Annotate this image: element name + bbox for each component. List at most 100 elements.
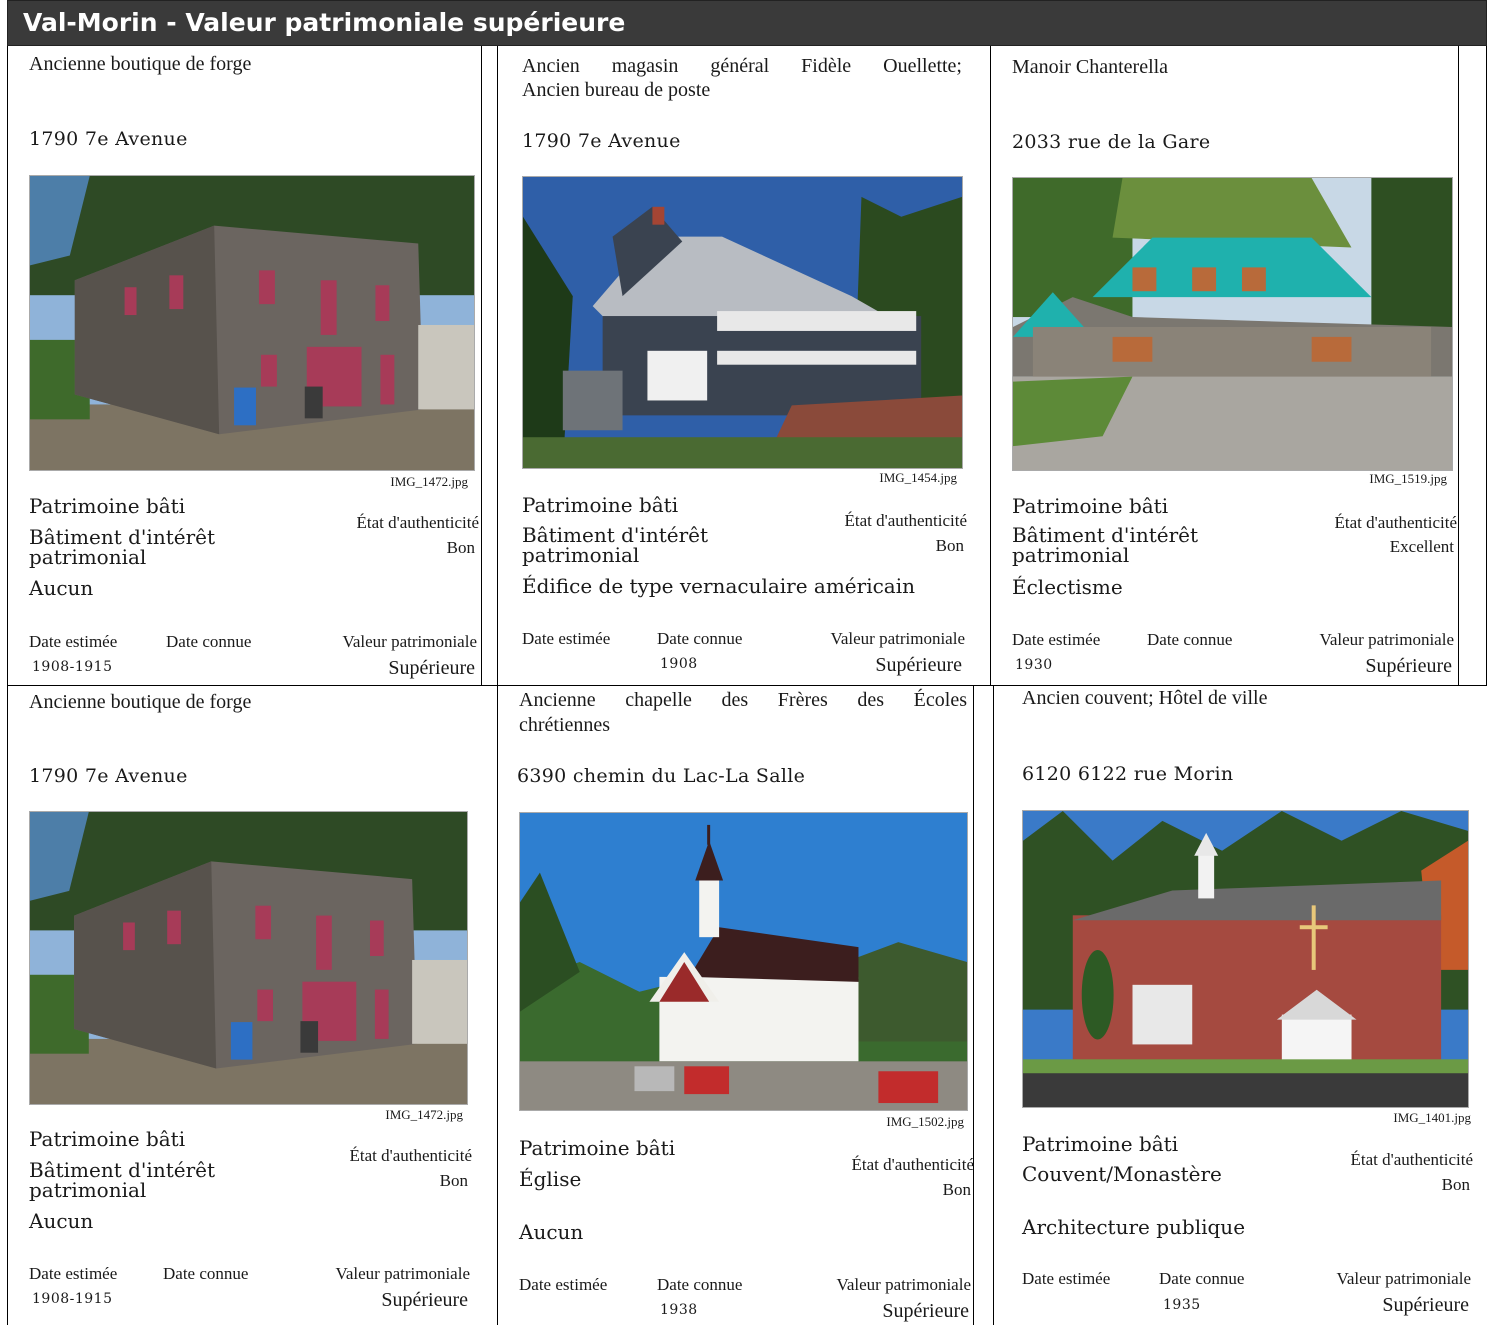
photo-filename: IMG_1502.jpg — [886, 1114, 964, 1129]
heritage-value-label: Valeur patrimoniale — [342, 632, 477, 651]
building-name-line2: chrétiennes — [519, 714, 611, 736]
forge-building-photo — [29, 811, 468, 1105]
building-address: 1790 7e Avenue — [522, 130, 681, 152]
building-name: Ancienne boutique de forge — [29, 53, 252, 75]
building-address: 6120 6122 rue Morin — [1022, 763, 1234, 785]
estimated-date-label: Date estimée — [29, 632, 118, 651]
heritage-value-label: Valeur patrimoniale — [335, 1264, 470, 1283]
known-date-label: Date connue — [1147, 630, 1233, 649]
heritage-value-label: Valeur patrimoniale — [830, 629, 965, 648]
authenticity-label: État d'authenticité — [844, 511, 968, 530]
grid-divider — [973, 686, 974, 1325]
heritage-card: Ancien couvent; Hôtel de ville 6120 6122… — [1022, 687, 1477, 1325]
authenticity-value: Bon — [942, 1180, 971, 1199]
authenticity-label: État d'authenticité — [1334, 513, 1458, 532]
grid-divider — [1458, 46, 1459, 686]
known-date-label: Date connue — [166, 632, 252, 651]
heritage-type: Patrimoine bâti — [29, 1127, 186, 1151]
estimated-date-label: Date estimée — [1012, 630, 1101, 649]
known-date-value: 1935 — [1163, 1297, 1201, 1313]
known-date-value: 1908 — [660, 656, 698, 672]
known-date-label: Date connue — [1159, 1269, 1245, 1288]
chapel-photo — [519, 812, 968, 1111]
heritage-value: Supérieure — [1365, 655, 1452, 677]
known-date-value: 1938 — [660, 1302, 698, 1318]
convent-photo — [1022, 810, 1469, 1108]
forge-building-photo — [29, 175, 475, 471]
estimated-date-label: Date estimée — [29, 1264, 118, 1283]
building-name-line2: Ancien bureau de poste — [522, 79, 711, 101]
grid-divider — [1486, 46, 1487, 686]
estimated-date-value: 1908-1915 — [32, 659, 113, 675]
heritage-card: Manoir Chanterella 2033 rue de la Gare I… — [1012, 52, 1458, 682]
heritage-value-label: Valeur patrimoniale — [1336, 1269, 1471, 1288]
building-name: Ancienne chapelle des Frères des Écoles — [519, 689, 967, 711]
heritage-type: Patrimoine bâti — [1012, 494, 1169, 518]
heritage-type: Patrimoine bâti — [1022, 1132, 1179, 1156]
heritage-value-label: Valeur patrimoniale — [1319, 630, 1454, 649]
estimated-date-label: Date estimée — [522, 629, 611, 648]
known-date-label: Date connue — [657, 1275, 743, 1294]
heritage-card: Ancienne chapelle des Frères des Écoles … — [517, 689, 974, 1325]
authenticity-label: État d'authenticité — [349, 1146, 473, 1165]
heritage-card: Ancienne boutique de forge 1790 7e Avenu… — [29, 52, 479, 682]
building-name: Ancien magasin général Fidèle Ouellette; — [522, 55, 962, 77]
heritage-value: Supérieure — [388, 657, 475, 679]
photo-filename: IMG_1454.jpg — [879, 470, 957, 485]
heritage-value: Supérieure — [875, 654, 962, 676]
grid-divider — [481, 46, 482, 686]
architectural-style: Aucun — [29, 1209, 94, 1233]
building-name: Manoir Chanterella — [1012, 56, 1169, 78]
heritage-category: Bâtiment d'intérêt patrimonial — [29, 525, 216, 569]
estimated-date-value: 1908-1915 — [32, 1291, 113, 1307]
heritage-card: Ancien magasin général Fidèle Ouellette;… — [522, 52, 970, 682]
estimated-date-label: Date estimée — [519, 1275, 608, 1294]
architectural-style: Éclectisme — [1012, 575, 1123, 599]
building-address: 2033 rue de la Gare — [1012, 131, 1211, 153]
heritage-category: Bâtiment d'intérêt patrimonial — [522, 523, 709, 567]
heritage-type: Patrimoine bâti — [522, 493, 679, 517]
estimated-date-label: Date estimée — [1022, 1269, 1111, 1288]
heritage-category: Couvent/Monastère — [1022, 1162, 1222, 1186]
authenticity-value: Excellent — [1389, 537, 1454, 556]
page-title: Val-Morin - Valeur patrimoniale supérieu… — [23, 8, 626, 37]
building-name: Ancien couvent; Hôtel de ville — [1022, 687, 1268, 709]
photo-filename: IMG_1472.jpg — [390, 474, 468, 489]
building-address: 6390 chemin du Lac-La Salle — [517, 765, 806, 787]
manor-photo — [1012, 177, 1453, 471]
heritage-category: Église — [519, 1167, 582, 1191]
authenticity-value: Bon — [446, 538, 475, 557]
page-header: Val-Morin - Valeur patrimoniale supérieu… — [7, 0, 1487, 46]
authenticity-label: État d'authenticité — [851, 1155, 975, 1174]
estimated-date-value: 1930 — [1015, 657, 1053, 673]
authenticity-label: État d'authenticité — [1350, 1150, 1474, 1169]
heritage-value: Supérieure — [1382, 1294, 1469, 1316]
heritage-category: Bâtiment d'intérêt patrimonial — [1012, 523, 1199, 567]
authenticity-value: Bon — [1441, 1175, 1470, 1194]
photo-filename: IMG_1519.jpg — [1369, 471, 1447, 486]
heritage-value-label: Valeur patrimoniale — [836, 1275, 971, 1294]
heritage-type: Patrimoine bâti — [519, 1136, 676, 1160]
architectural-style: Architecture publique — [1022, 1215, 1246, 1239]
known-date-label: Date connue — [163, 1264, 249, 1283]
grid-divider — [993, 686, 994, 1325]
building-name: Ancienne boutique de forge — [29, 691, 252, 713]
authenticity-value: Bon — [935, 536, 964, 555]
authenticity-value: Bon — [439, 1171, 468, 1190]
architectural-style: Édifice de type vernaculaire américain — [522, 574, 915, 598]
photo-filename: IMG_1472.jpg — [385, 1107, 463, 1122]
heritage-type: Patrimoine bâti — [29, 494, 186, 518]
general-store-photo — [522, 176, 963, 469]
heritage-value: Supérieure — [381, 1289, 468, 1311]
photo-filename: IMG_1401.jpg — [1393, 1110, 1471, 1125]
heritage-card: Ancienne boutique de forge 1790 7e Avenu… — [29, 690, 479, 1325]
grid-divider — [990, 46, 991, 686]
heritage-category: Bâtiment d'intérêt patrimonial — [29, 1158, 216, 1202]
architectural-style: Aucun — [519, 1220, 584, 1244]
authenticity-label: État d'authenticité — [356, 513, 480, 532]
heritage-value: Supérieure — [882, 1300, 969, 1322]
known-date-label: Date connue — [657, 629, 743, 648]
building-address: 1790 7e Avenue — [29, 765, 188, 787]
architectural-style: Aucun — [29, 576, 94, 600]
building-address: 1790 7e Avenue — [29, 128, 188, 150]
